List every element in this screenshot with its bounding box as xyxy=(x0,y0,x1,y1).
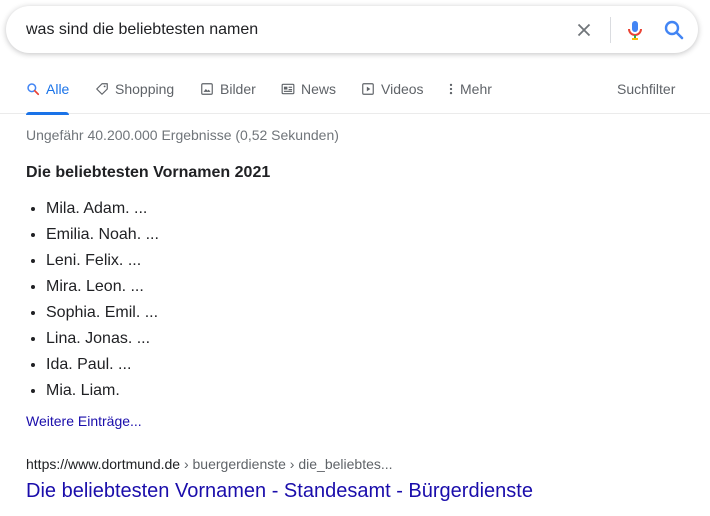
tab-shopping[interactable]: Shopping xyxy=(95,64,174,114)
tab-alle[interactable]: Alle xyxy=(26,64,70,115)
result-url[interactable]: https://www.dortmund.de › buergerdienste… xyxy=(26,456,393,472)
list-item: Sophia. Emil. ... xyxy=(46,300,159,326)
search-input[interactable] xyxy=(26,6,546,53)
search-icon[interactable] xyxy=(662,18,686,42)
result-url-domain: https://www.dortmund.de xyxy=(26,456,181,472)
list-item: Lina. Jonas. ... xyxy=(46,326,159,352)
snippet-list: Mila. Adam. ... Emilia. Noah. ... Leni. … xyxy=(46,196,159,404)
search-box xyxy=(6,6,698,53)
snippet-title: Die beliebtesten Vornamen 2021 xyxy=(26,164,271,181)
list-item: Mia. Liam. xyxy=(46,378,159,404)
video-icon xyxy=(362,83,374,95)
news-icon xyxy=(281,83,295,95)
list-item: Ida. Paul. ... xyxy=(46,352,159,378)
search-tabs: Alle Shopping Bilder News Videos Mehr Su… xyxy=(0,64,710,115)
search-divider xyxy=(610,17,611,43)
tab-label: Alle xyxy=(46,81,70,97)
tab-label: Videos xyxy=(381,81,424,97)
list-item: Leni. Felix. ... xyxy=(46,248,159,274)
tab-bilder[interactable]: Bilder xyxy=(200,64,256,114)
result-url-breadcrumb: › buergerdienste › die_beliebtes... xyxy=(180,456,393,472)
tab-label: Bilder xyxy=(220,81,256,97)
tab-mehr[interactable]: Mehr xyxy=(448,64,492,114)
search-icon xyxy=(27,83,40,96)
list-item: Mira. Leon. ... xyxy=(46,274,159,300)
tab-label: Shopping xyxy=(115,81,175,97)
microphone-icon[interactable] xyxy=(623,18,647,42)
result-stats: Ungefähr 40.200.000 Ergebnisse (0,52 Sek… xyxy=(26,127,339,143)
clear-icon[interactable] xyxy=(572,19,596,41)
list-item: Mila. Adam. ... xyxy=(46,196,159,222)
tab-label: News xyxy=(301,81,337,97)
result-title-link[interactable]: Die beliebtesten Vornamen - Standesamt -… xyxy=(26,480,533,503)
tab-videos[interactable]: Videos xyxy=(361,64,424,114)
tools-button[interactable]: Suchfilter xyxy=(617,64,675,114)
tab-label: Mehr xyxy=(460,81,492,97)
tab-news[interactable]: News xyxy=(281,64,336,114)
list-item: Emilia. Noah. ... xyxy=(46,222,159,248)
tag-icon xyxy=(96,83,108,95)
more-entries-link[interactable]: Weitere Einträge... xyxy=(26,413,142,429)
image-icon xyxy=(201,83,213,95)
more-vert-icon xyxy=(449,83,453,95)
